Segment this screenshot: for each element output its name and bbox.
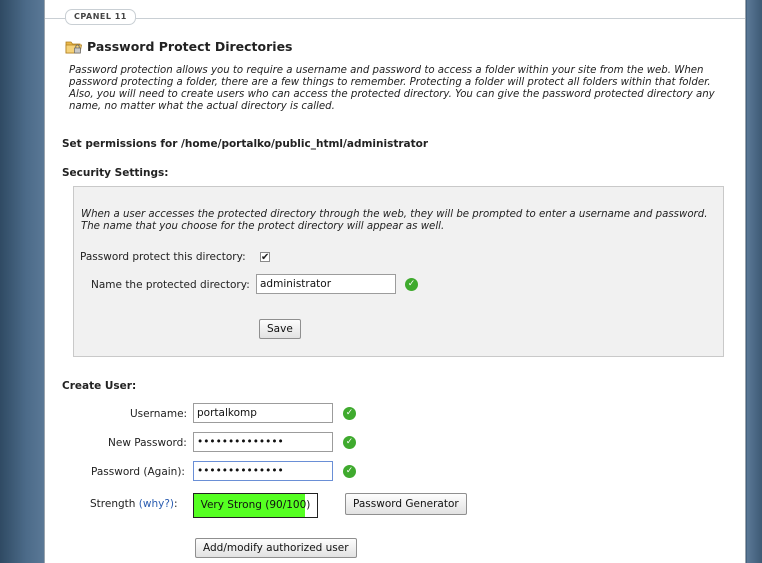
password-again-input[interactable] bbox=[193, 461, 333, 481]
username-label: Username: bbox=[130, 408, 188, 420]
security-note: When a user accesses the protected direc… bbox=[81, 209, 708, 232]
intro-text: Password protection allows you to requir… bbox=[69, 65, 715, 112]
checkbox-check-icon: ✔ bbox=[261, 252, 270, 263]
page-title: Password Protect Directories bbox=[87, 39, 293, 54]
permissions-heading: Set permissions for /home/portalko/publi… bbox=[62, 138, 429, 150]
check-circle-icon: ✓ bbox=[343, 465, 356, 478]
strength-label: Strength bbox=[90, 498, 136, 510]
new-password-label: New Password: bbox=[108, 437, 187, 449]
new-password-input[interactable] bbox=[193, 432, 333, 452]
strength-text: Very Strong (90/100) bbox=[200, 499, 311, 511]
save-button[interactable]: Save bbox=[259, 319, 301, 339]
directory-name-input[interactable] bbox=[256, 274, 396, 294]
brand-label: CPANEL 11 bbox=[65, 9, 136, 25]
why-link[interactable]: (why?) bbox=[139, 498, 174, 510]
folder-lock-icon bbox=[65, 39, 83, 55]
top-rule bbox=[45, 18, 745, 19]
directory-name-label: Name the protected directory: bbox=[91, 279, 250, 291]
protect-directory-checkbox[interactable]: ✔ bbox=[260, 252, 270, 263]
top-bar: CPANEL 11 bbox=[45, 0, 745, 28]
left-background bbox=[0, 0, 44, 563]
password-generator-button[interactable]: Password Generator bbox=[345, 493, 467, 515]
strength-colon: : bbox=[174, 498, 178, 510]
check-circle-icon: ✓ bbox=[405, 278, 418, 291]
protect-directory-label: Password protect this directory: bbox=[80, 251, 246, 263]
strength-label-row: Strength (why?): bbox=[90, 498, 178, 510]
security-settings-box: When a user accesses the protected direc… bbox=[73, 186, 724, 357]
add-modify-user-button[interactable]: Add/modify authorized user bbox=[195, 538, 357, 558]
username-input[interactable] bbox=[193, 403, 333, 423]
check-circle-icon: ✓ bbox=[343, 407, 356, 420]
check-circle-icon: ✓ bbox=[343, 436, 356, 449]
right-background bbox=[747, 0, 762, 563]
password-again-label: Password (Again): bbox=[91, 466, 185, 478]
main-panel: CPANEL 11 Password Protect Directories P… bbox=[44, 0, 746, 563]
security-settings-title: Security Settings: bbox=[62, 167, 169, 179]
password-strength-meter: Very Strong (90/100) bbox=[193, 493, 318, 518]
create-user-title: Create User: bbox=[62, 380, 137, 392]
